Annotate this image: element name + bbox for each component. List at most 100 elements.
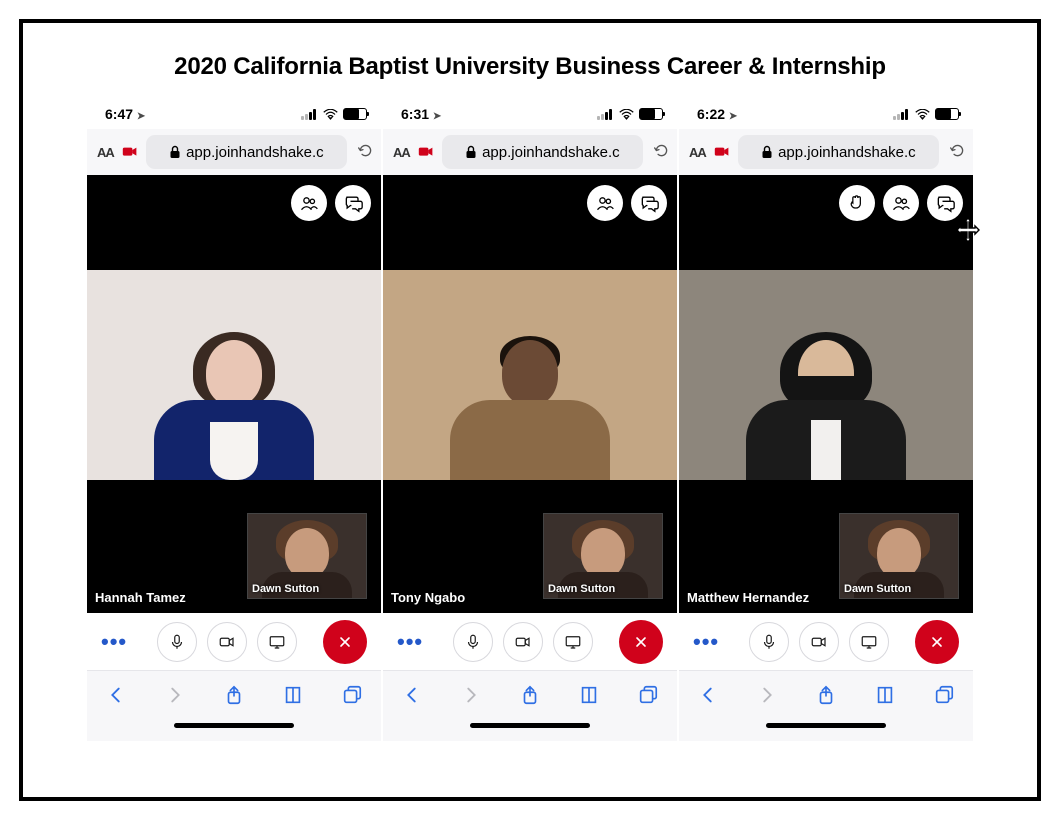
chat-button[interactable] xyxy=(631,185,667,221)
wifi-icon xyxy=(323,109,338,120)
refresh-button[interactable] xyxy=(651,142,671,162)
location-arrow-icon: ➤ xyxy=(137,111,145,122)
home-indicator[interactable] xyxy=(679,719,973,741)
battery-icon xyxy=(639,108,663,120)
chat-button[interactable] xyxy=(927,185,963,221)
home-indicator[interactable] xyxy=(87,719,381,741)
share-screen-button[interactable] xyxy=(849,622,889,662)
video-call-area: Matthew Hernandez Dawn Sutton xyxy=(679,175,973,613)
mute-mic-button[interactable] xyxy=(453,622,493,662)
end-call-button[interactable] xyxy=(915,620,959,664)
main-participant-name: Tony Ngabo xyxy=(391,590,465,605)
safari-bottom-nav xyxy=(679,671,973,719)
pip-participant-name: Dawn Sutton xyxy=(844,583,911,595)
call-controls: ••• xyxy=(87,613,381,671)
phone-screenshot-1: 6:47 ➤ AA app.joinhandshake.c xyxy=(87,99,381,741)
status-bar: 6:31 ➤ xyxy=(383,99,677,129)
participants-button[interactable] xyxy=(587,185,623,221)
cell-signal-icon xyxy=(301,109,318,120)
home-indicator[interactable] xyxy=(383,719,677,741)
end-call-button[interactable] xyxy=(619,620,663,664)
call-controls: ••• xyxy=(383,613,677,671)
chat-button[interactable] xyxy=(335,185,371,221)
main-participant-name: Matthew Hernandez xyxy=(687,590,809,605)
refresh-button[interactable] xyxy=(947,142,967,162)
status-time: 6:22 ➤ xyxy=(697,106,737,122)
status-time: 6:31 ➤ xyxy=(401,106,441,122)
text-size-button[interactable]: AA xyxy=(689,145,706,160)
battery-icon xyxy=(935,108,959,120)
browser-url-bar: AA app.joinhandshake.c xyxy=(87,129,381,175)
main-participant-name: Hannah Tamez xyxy=(95,590,186,605)
self-video-pip[interactable]: Dawn Sutton xyxy=(839,513,959,599)
page-title: 2020 California Baptist University Busin… xyxy=(23,53,1037,81)
wifi-icon xyxy=(619,109,634,120)
main-video-feed[interactable] xyxy=(87,270,381,480)
raise-hand-button[interactable] xyxy=(839,185,875,221)
nav-share-button[interactable] xyxy=(814,683,838,707)
nav-forward-button[interactable] xyxy=(459,683,483,707)
browser-url-bar: AA app.joinhandshake.c xyxy=(383,129,677,175)
camera-active-icon xyxy=(418,146,434,158)
phone-screenshot-2: 6:31 ➤ AA app.joinhandshake.c xyxy=(383,99,677,741)
share-screen-button[interactable] xyxy=(257,622,297,662)
more-options-button[interactable]: ••• xyxy=(693,629,719,655)
nav-back-button[interactable] xyxy=(400,683,424,707)
mute-mic-button[interactable] xyxy=(157,622,197,662)
status-time: 6:47 ➤ xyxy=(105,106,145,122)
participants-button[interactable] xyxy=(883,185,919,221)
move-cursor-icon xyxy=(955,217,981,243)
nav-forward-button[interactable] xyxy=(755,683,779,707)
nav-back-button[interactable] xyxy=(696,683,720,707)
toggle-camera-button[interactable] xyxy=(799,622,839,662)
safari-bottom-nav xyxy=(383,671,677,719)
video-call-area: Tony Ngabo Dawn Sutton xyxy=(383,175,677,613)
url-text: app.joinhandshake.c xyxy=(778,144,916,161)
call-controls: ••• xyxy=(679,613,973,671)
share-screen-button[interactable] xyxy=(553,622,593,662)
main-video-feed[interactable] xyxy=(383,270,677,480)
location-arrow-icon: ➤ xyxy=(729,111,737,122)
video-call-area: Hannah Tamez Dawn Sutton xyxy=(87,175,381,613)
camera-active-icon xyxy=(714,146,730,158)
refresh-button[interactable] xyxy=(355,142,375,162)
location-arrow-icon: ➤ xyxy=(433,111,441,122)
participants-button[interactable] xyxy=(291,185,327,221)
main-video-feed[interactable] xyxy=(679,270,973,480)
nav-forward-button[interactable] xyxy=(163,683,187,707)
nav-tabs-button[interactable] xyxy=(636,683,660,707)
nav-bookmarks-button[interactable] xyxy=(281,683,305,707)
text-size-button[interactable]: AA xyxy=(97,145,114,160)
url-field[interactable]: app.joinhandshake.c xyxy=(146,135,347,169)
url-field[interactable]: app.joinhandshake.c xyxy=(738,135,939,169)
self-video-pip[interactable]: Dawn Sutton xyxy=(247,513,367,599)
nav-bookmarks-button[interactable] xyxy=(873,683,897,707)
status-bar: 6:47 ➤ xyxy=(87,99,381,129)
toggle-camera-button[interactable] xyxy=(207,622,247,662)
mute-mic-button[interactable] xyxy=(749,622,789,662)
more-options-button[interactable]: ••• xyxy=(397,629,423,655)
lock-icon xyxy=(761,145,773,159)
lock-icon xyxy=(169,145,181,159)
url-field[interactable]: app.joinhandshake.c xyxy=(442,135,643,169)
url-text: app.joinhandshake.c xyxy=(186,144,324,161)
cell-signal-icon xyxy=(597,109,614,120)
wifi-icon xyxy=(915,109,930,120)
nav-back-button[interactable] xyxy=(104,683,128,707)
nav-tabs-button[interactable] xyxy=(340,683,364,707)
lock-icon xyxy=(465,145,477,159)
toggle-camera-button[interactable] xyxy=(503,622,543,662)
more-options-button[interactable]: ••• xyxy=(101,629,127,655)
camera-active-icon xyxy=(122,146,138,158)
nav-share-button[interactable] xyxy=(518,683,542,707)
nav-share-button[interactable] xyxy=(222,683,246,707)
document-frame: 2020 California Baptist University Busin… xyxy=(19,19,1041,801)
self-video-pip[interactable]: Dawn Sutton xyxy=(543,513,663,599)
nav-tabs-button[interactable] xyxy=(932,683,956,707)
battery-icon xyxy=(343,108,367,120)
text-size-button[interactable]: AA xyxy=(393,145,410,160)
phone-screenshot-3: 6:22 ➤ AA app.joinhandshake.c xyxy=(679,99,973,741)
end-call-button[interactable] xyxy=(323,620,367,664)
nav-bookmarks-button[interactable] xyxy=(577,683,601,707)
safari-bottom-nav xyxy=(87,671,381,719)
